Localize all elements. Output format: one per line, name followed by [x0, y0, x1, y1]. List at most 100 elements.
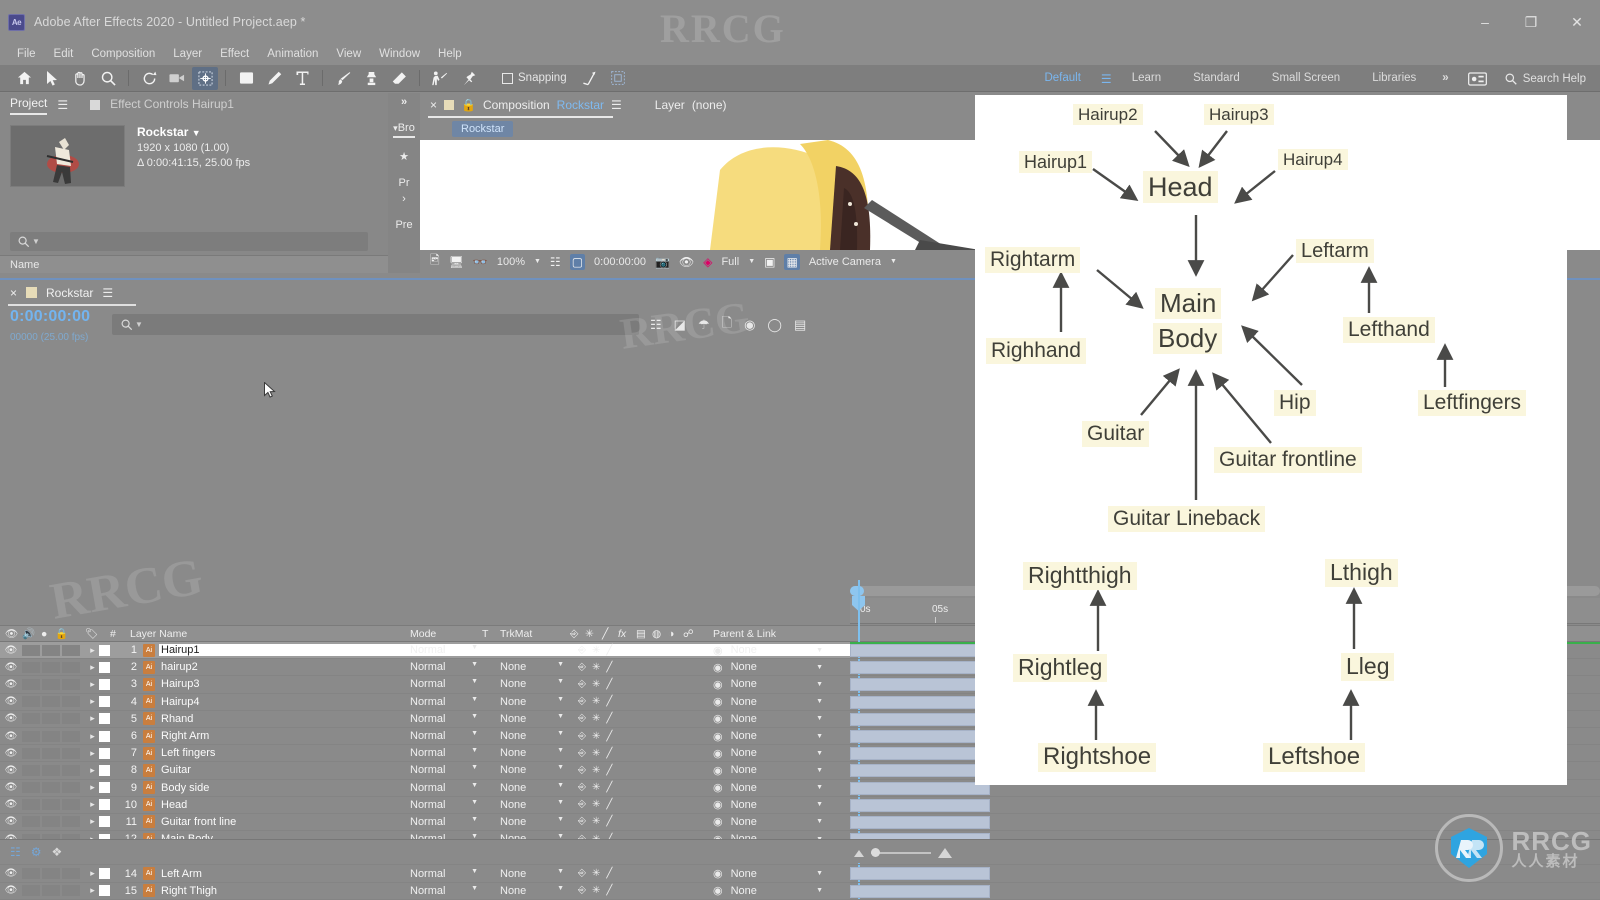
composition-mini-flowchart-icon[interactable]: ☷: [650, 317, 662, 333]
column-collapse-icon[interactable]: ✳: [585, 626, 594, 643]
layer-label-swatch[interactable]: [99, 782, 110, 793]
layer-quality-icon[interactable]: ╱: [606, 645, 612, 656]
layer-duration-bar[interactable]: [850, 644, 990, 657]
draft-3d-icon[interactable]: ◪: [674, 317, 686, 333]
layer-lock-cell[interactable]: [62, 662, 80, 673]
layer-trkmat-select[interactable]: None▼: [500, 868, 564, 880]
layer-lock-cell[interactable]: [62, 731, 80, 742]
frame-blending-icon[interactable]: ◉: [744, 317, 755, 333]
table-row[interactable]: 👁▸3AiHairup3Normal▼None▼⎆✳╱◉None▼: [0, 676, 850, 693]
side-item-paragraph[interactable]: Pr: [388, 177, 420, 189]
parent-pickwhip-icon[interactable]: ◉: [713, 644, 723, 657]
layer-solo-cell[interactable]: [42, 799, 60, 810]
layer-visibility-icon[interactable]: 👁: [0, 816, 22, 827]
column-layer-name[interactable]: Layer Name: [130, 626, 187, 643]
table-row[interactable]: 👁▸9AiBody sideNormal▼None▼⎆✳╱◉None▼: [0, 780, 850, 797]
resolution-chevron-down-icon[interactable]: ▼: [748, 258, 755, 265]
grid-guides-icon[interactable]: ☷: [550, 255, 561, 269]
always-preview-icon[interactable]: 🖻: [430, 251, 440, 272]
layer-mode-select[interactable]: Normal▼: [410, 816, 478, 828]
layer-shy-icon[interactable]: ⎆: [578, 782, 586, 793]
column-effects-icon[interactable]: fx: [618, 626, 626, 643]
layer-parent-select[interactable]: ◉None▼: [713, 815, 823, 828]
parent-pickwhip-icon[interactable]: ◉: [713, 798, 723, 811]
snap-to-grid-icon[interactable]: [605, 67, 631, 90]
viewer-timecode[interactable]: 0:00:00:00: [594, 256, 646, 268]
layer-duration-bar[interactable]: [850, 730, 990, 743]
motion-blur-icon[interactable]: ◯: [767, 317, 782, 333]
layer-duration-bar[interactable]: [850, 782, 990, 795]
layer-parent-select[interactable]: ◉None▼: [713, 678, 823, 691]
menu-window[interactable]: Window: [370, 44, 429, 65]
layer-visibility-icon[interactable]: 👁: [0, 645, 22, 656]
layer-twirl-icon[interactable]: ▸: [86, 782, 99, 793]
layer-duration-bar[interactable]: [850, 867, 990, 880]
show-snapshot-icon[interactable]: 👁: [679, 255, 694, 269]
layer-trkmat-select[interactable]: None▼: [500, 885, 564, 897]
layer-trkmat-select[interactable]: None▼: [500, 747, 564, 759]
layer-solo-cell[interactable]: [42, 679, 60, 690]
home-icon[interactable]: [11, 67, 37, 90]
layer-shy-icon[interactable]: ⎆: [578, 765, 586, 776]
layer-parent-select[interactable]: ◉None▼: [713, 798, 823, 811]
layer-label-swatch[interactable]: [99, 868, 110, 879]
layer-trkmat-select[interactable]: None▼: [500, 799, 564, 811]
timeline-tab-name[interactable]: Rockstar: [46, 286, 93, 300]
layer-lock-cell[interactable]: [62, 748, 80, 759]
layer-mode-select[interactable]: Normal▼: [410, 885, 478, 897]
parent-pickwhip-icon[interactable]: ◉: [713, 867, 723, 880]
layer-parent-select[interactable]: ◉None▼: [713, 884, 823, 897]
layer-label-swatch[interactable]: [99, 713, 110, 724]
layer-quality-icon[interactable]: ╱: [606, 662, 612, 673]
layer-tab-label[interactable]: Layer: [655, 98, 685, 112]
layer-mode-select[interactable]: Normal▼: [410, 747, 478, 759]
layer-collapse-icon[interactable]: ✳: [592, 816, 600, 827]
table-row[interactable]: 👁▸11AiGuitar front lineNormal▼None▼⎆✳╱◉N…: [0, 814, 850, 831]
layer-twirl-icon[interactable]: ▸: [86, 816, 99, 827]
layer-mode-select[interactable]: Normal▼: [410, 661, 478, 673]
layer-twirl-icon[interactable]: ▸: [86, 696, 99, 707]
layer-visibility-icon[interactable]: 👁: [0, 885, 22, 896]
layer-lock-cell[interactable]: [62, 765, 80, 776]
layer-trkmat-select[interactable]: None▼: [500, 816, 564, 828]
3d-glasses-icon[interactable]: 👓: [473, 255, 488, 269]
layer-duration-bar[interactable]: [850, 816, 990, 829]
menu-edit[interactable]: Edit: [45, 44, 83, 65]
column-mode[interactable]: Mode: [410, 626, 436, 643]
layer-collapse-icon[interactable]: ✳: [592, 868, 600, 879]
column-number[interactable]: #: [110, 626, 116, 643]
layer-solo-cell[interactable]: [42, 748, 60, 759]
workspace-small-screen[interactable]: Small Screen: [1256, 65, 1356, 92]
layer-solo-cell[interactable]: [42, 645, 60, 656]
table-row[interactable]: 👁▸8AiGuitarNormal▼None▼⎆✳╱◉None▼: [0, 762, 850, 779]
minimize-button[interactable]: –: [1462, 0, 1508, 44]
menu-animation[interactable]: Animation: [258, 44, 327, 65]
layer-switches[interactable]: ⎆✳╱: [578, 662, 612, 673]
label-tag-icon[interactable]: 🏷: [85, 626, 98, 643]
composition-tab-close-icon[interactable]: ×: [430, 98, 437, 112]
layer-label-swatch[interactable]: [99, 696, 110, 707]
timeline-track-row[interactable]: [850, 883, 1600, 900]
layer-mode-select[interactable]: Normal▼: [410, 696, 478, 708]
layer-audio-cell[interactable]: [22, 713, 40, 724]
layer-switches[interactable]: ⎆✳╱: [578, 816, 612, 827]
layer-audio-cell[interactable]: [22, 868, 40, 879]
layer-quality-icon[interactable]: ╱: [606, 765, 612, 776]
layer-switches[interactable]: ⎆✳╱: [578, 645, 612, 656]
table-row[interactable]: 👁▸2Aihairup2Normal▼None▼⎆✳╱◉None▼: [0, 659, 850, 676]
composition-lock-icon[interactable]: 🔒: [461, 98, 476, 112]
hide-shy-layers-icon[interactable]: ☂: [698, 317, 710, 333]
project-panel-menu-icon[interactable]: ☰: [57, 98, 68, 112]
layer-parent-select[interactable]: ◉None▼: [713, 730, 823, 743]
menu-layer[interactable]: Layer: [164, 44, 211, 65]
brush-tool-icon[interactable]: [330, 67, 356, 90]
composition-panel-menu-icon[interactable]: ☰: [611, 98, 622, 112]
layer-trkmat-select[interactable]: None▼: [500, 764, 564, 776]
layer-trkmat-select[interactable]: None▼: [500, 661, 564, 673]
layer-collapse-icon[interactable]: ✳: [592, 765, 600, 776]
layer-label-swatch[interactable]: [99, 765, 110, 776]
layer-twirl-icon[interactable]: ▸: [86, 731, 99, 742]
layer-trkmat-select[interactable]: None▼: [500, 730, 564, 742]
layer-switches[interactable]: ⎆✳╱: [578, 696, 612, 707]
rotation-tool-icon[interactable]: [136, 67, 162, 90]
